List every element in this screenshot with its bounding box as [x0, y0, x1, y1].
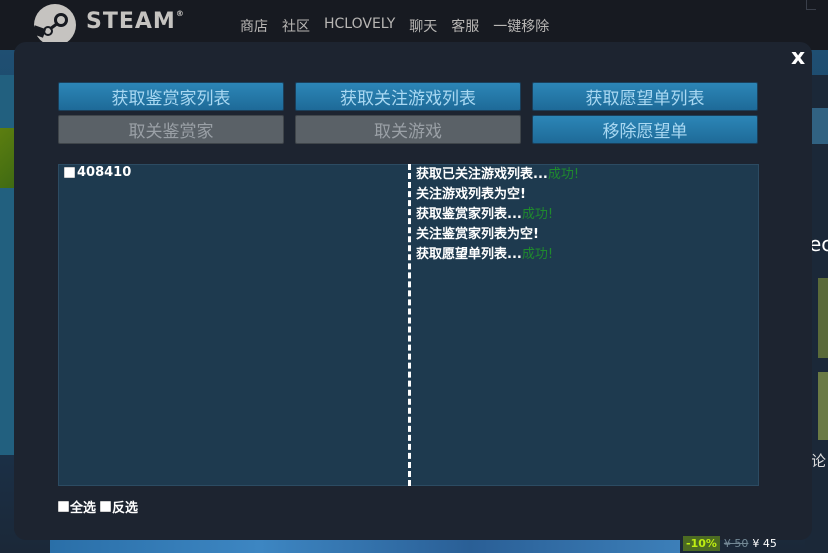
unfollow-curators-button[interactable]: 取关鉴赏家 [58, 115, 284, 144]
steam-logo-icon[interactable] [33, 3, 77, 47]
status-log: 获取已关注游戏列表...成功! 关注游戏列表为空! 获取鉴赏家列表...成功! … [416, 165, 579, 265]
main-nav: 商店 社区 HCLOVELY 聊天 客服 一键移除 [240, 16, 549, 36]
list-item[interactable]: 408410 [64, 165, 131, 180]
select-all-option[interactable]: 全选 [58, 497, 96, 516]
nav-chat[interactable]: 聊天 [409, 16, 437, 36]
nav-community[interactable]: 社区 [282, 16, 310, 36]
nav-one-click-remove[interactable]: 一键移除 [493, 16, 549, 36]
panel-divider [408, 164, 411, 486]
success-text: 成功! [547, 167, 580, 182]
game-price: -10% ¥ 50 ¥ 45 [683, 536, 777, 551]
steam-wordmark[interactable]: STEAM® [86, 9, 185, 34]
select-all-checkbox[interactable] [58, 501, 69, 512]
invert-select-option[interactable]: 反选 [100, 497, 138, 516]
success-text: 成功! [521, 207, 554, 222]
right-capsule-image [818, 278, 828, 358]
fetch-followed-games-button[interactable]: 获取关注游戏列表 [295, 82, 521, 111]
select-all-label: 全选 [70, 501, 97, 516]
success-text: 成功! [521, 247, 554, 262]
right-capsule-image [818, 372, 828, 440]
discount-badge: -10% [683, 536, 720, 551]
left-promo-tile [0, 128, 14, 188]
log-line: 获取愿望单列表...成功! [416, 247, 554, 262]
log-line: 获取鉴赏家列表...成功! [416, 207, 554, 222]
remove-wishlist-button[interactable]: 移除愿望单 [532, 115, 758, 144]
right-text-fragment: 论 [811, 452, 827, 470]
nav-support[interactable]: 客服 [451, 16, 479, 36]
item-checkbox[interactable] [64, 167, 75, 178]
item-app-id: 408410 [77, 165, 132, 180]
nav-store[interactable]: 商店 [240, 16, 268, 36]
log-line: 关注游戏列表为空! [416, 187, 526, 202]
invert-select-checkbox[interactable] [100, 501, 112, 512]
fetch-wishlist-button[interactable]: 获取愿望单列表 [532, 82, 758, 111]
close-icon[interactable]: x [791, 45, 805, 70]
nav-username[interactable]: HCLOVELY [324, 16, 395, 36]
window-corner [806, 0, 816, 10]
log-line: 关注鉴赏家列表为空! [416, 227, 539, 242]
fetch-curators-button[interactable]: 获取鉴赏家列表 [58, 82, 284, 111]
original-price: ¥ 50 [723, 537, 749, 550]
invert-select-label: 反选 [112, 501, 139, 516]
log-line: 获取已关注游戏列表...成功! [416, 167, 580, 182]
selection-controls: 全选 反选 [58, 497, 138, 516]
final-price: ¥ 45 [752, 537, 777, 550]
unfollow-games-button[interactable]: 取关游戏 [295, 115, 521, 144]
